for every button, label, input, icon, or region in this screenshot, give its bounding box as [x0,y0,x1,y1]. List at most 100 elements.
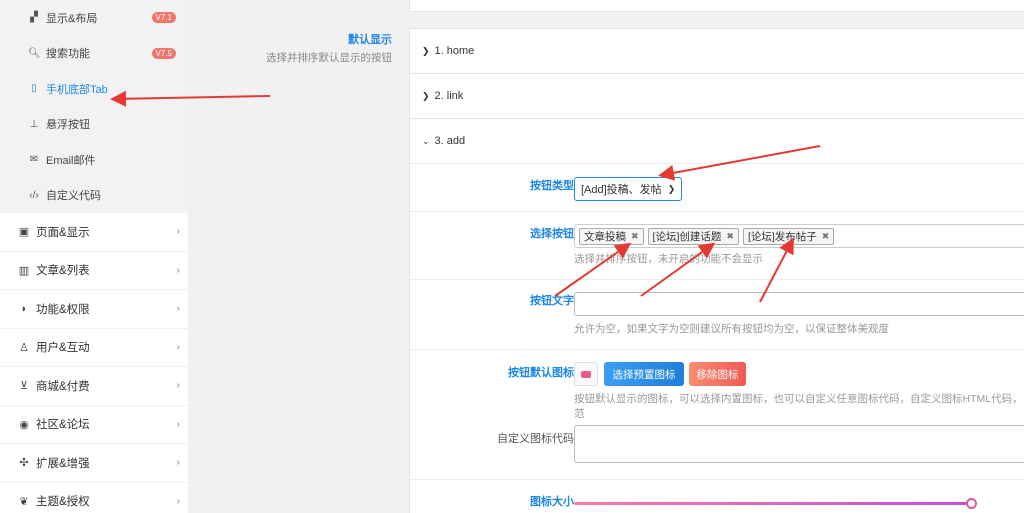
accordion-item-home[interactable]: ❯ 1. home [409,28,1024,74]
sidebar-item[interactable]: ✣ 扩展&增强 › [0,444,188,483]
layout-icon: ▞ [30,12,38,24]
button-type-label: 按钮类型 [530,180,574,192]
cart-icon: ⊻ [19,380,29,393]
sidebar-item[interactable]: ❦ 主题&授权 › [0,483,188,513]
sidebar-item-label: 社区&论坛 [36,419,90,432]
chevron-right-icon: › [176,380,180,392]
default-icon-hint: 按钮默认显示的图标，可以选择内置图标，也可以自定义任意图标代码，自定义图标HTM… [574,392,1024,422]
select-buttons-tag-input[interactable]: 文章投稿 ✖ [论坛]创建话题 ✖ [论坛]发布帖子 ✖ [574,224,1024,248]
puzzle-icon: ✣ [19,457,29,470]
sidebar-item[interactable]: ⊻ 商城&付费 › [0,367,188,406]
row-button-type: 按钮类型 [Add]投稿、发帖 ❯ [410,163,1024,211]
chevron-right-icon: ❯ [422,45,430,56]
sidebar-item-label: 扩展&增强 [36,457,90,470]
sidebar-item-label: 商城&付费 [36,380,90,393]
version-badge: V7.1 [151,12,176,24]
button-text-hint: 允许为空，如果文字为空则建议所有按钮均为空，以保证整体美观度 [574,323,889,335]
shield-icon: ◗ [20,302,28,315]
remove-tag-icon[interactable]: ✖ [822,231,830,242]
chevron-right-icon: › [176,341,180,353]
button-text-label: 按钮文字 [530,295,574,307]
sidebar-item[interactable]: ▣ 页面&显示 › [0,213,188,252]
sidebar-item[interactable]: ◗ 功能&权限 › [0,290,188,329]
default-icon-hint-line1: 按钮默认显示的图标，可以选择内置图标，也可以自定义任意图标代码，自定义图标HTM… [574,393,1023,405]
mail-icon: ✉ [29,154,39,166]
chevron-right-icon: › [176,226,180,238]
sidebar-subitem-label: 自定义代码 [46,190,101,203]
remove-tag-icon[interactable]: ✖ [631,231,639,242]
icon-size-slider-track[interactable] [574,502,974,505]
chevron-down-icon: ❯ [667,183,676,194]
accordion-header-add[interactable]: ⌄ 3. add [410,119,1024,163]
button-type-select[interactable]: [Add]投稿、发帖 ❯ [574,177,683,201]
button-type-value: [Add]投稿、发帖 [581,184,662,196]
theme-icon: ❦ [19,495,29,508]
remove-icon-button[interactable]: 移除图标 [689,362,746,386]
icon-size-label: 图标大小 [530,496,574,508]
sidebar-main-menu: ▣ 页面&显示 › ▥ 文章&列表 › ◗ 功能&权限 › ♙ 用户&互动 › ⊻ 商城&付费 › ◉ 社区&论… [0,213,188,513]
choose-preset-icon-button[interactable]: 选择预置图标 [604,362,684,386]
sidebar-subitem[interactable]: ▞ 显示&布局 V7.1 [0,0,188,36]
remove-tag-icon[interactable]: ✖ [726,231,734,242]
sidebar-subitem-label: 手机底部Tab [46,83,108,96]
sidebar-item-label: 主题&授权 [36,496,90,509]
settings-panel: ❯ 1. home ❯ 2. link ⌄ 3. add 按钮类型 [Add]投稿、发… [409,0,1024,513]
sidebar-subitem[interactable]: 🔍︎ 搜索功能 V7.5 [0,36,188,72]
sidebar-item-label: 文章&列表 [36,265,90,278]
panel-top-edge [409,0,1024,12]
calendar-icon: ▣ [18,226,30,239]
selected-button-tag[interactable]: [论坛]创建话题 ✖ [647,227,739,245]
code-icon: ‹/› [29,189,39,201]
sidebar-subitem[interactable]: ⊥ 悬浮按钮 [0,107,188,143]
accordion-item-add: ⌄ 3. add 按钮类型 [Add]投稿、发帖 ❯ 选择按钮 文章投稿 ✖ [论坛]… [409,118,1024,513]
compass-icon: ◉ [19,418,29,431]
pin-icon: ⊥ [29,118,39,130]
custom-icon-code-label: 自定义图标代码 [497,433,574,445]
icon-size-slider-thumb[interactable] [966,498,977,509]
tag-label: [论坛]发布帖子 [747,230,817,243]
chevron-down-icon: ⌄ [422,135,430,146]
accordion-item-link[interactable]: ❯ 2. link [409,73,1024,119]
sidebar: ▞ 显示&布局 V7.1 🔍︎ 搜索功能 V7.5 ▯ 手机底部Tab ⊥ 悬浮按钮 ✉ Email邮… [0,0,188,513]
select-buttons-label: 选择按钮 [530,228,574,240]
row-button-text: 按钮文字 允许为空，如果文字为空则建议所有按钮均为空，以保证整体美观度 [410,279,1024,349]
section-title: 默认显示 [348,34,392,46]
sidebar-item[interactable]: ◉ 社区&论坛 › [0,406,188,444]
sidebar-subitem[interactable]: ‹/› 自定义代码 [0,178,188,214]
user-icon: ♙ [19,341,29,354]
section-header: 默认显示 选择并排序默认显示的按钮 [266,31,392,65]
sidebar-subitem-label: Email邮件 [46,154,96,167]
map-icon: ▥ [18,264,30,277]
sidebar-subitem-label: 显示&布局 [46,12,98,25]
sidebar-subitem-label: 悬浮按钮 [46,119,90,132]
section-description: 选择并排序默认显示的按钮 [266,52,392,64]
sidebar-subitem[interactable]: ▯ 手机底部Tab [0,71,188,107]
select-buttons-hint: 选择并排序按钮，未开启的功能不会显示 [574,253,763,265]
mobile-icon: ▯ [31,83,37,95]
row-icon-size: 图标大小 [410,479,1024,513]
sidebar-subitem[interactable]: ✉ Email邮件 [0,142,188,178]
accordion-label: 2. link [434,90,464,102]
chevron-right-icon: › [176,264,180,276]
version-badge: V7.5 [151,47,176,59]
default-icon-hint-line2: 范 [574,408,585,420]
chevron-right-icon: ❯ [422,90,430,101]
sidebar-item-label: 用户&互动 [36,342,90,355]
sidebar-submenu: ▞ 显示&布局 V7.1 🔍︎ 搜索功能 V7.5 ▯ 手机底部Tab ⊥ 悬浮按钮 ✉ Email邮… [0,0,188,213]
chevron-right-icon: › [176,457,180,469]
accordion-label: 3. add [434,135,466,147]
sidebar-item[interactable]: ♙ 用户&互动 › [0,329,188,367]
accordion-label: 1. home [434,45,475,57]
sidebar-item-label: 页面&显示 [36,226,90,239]
selected-button-tag[interactable]: 文章投稿 ✖ [579,227,644,245]
custom-icon-code-textarea[interactable] [574,425,1024,463]
selected-button-tag[interactable]: [论坛]发布帖子 ✖ [742,227,835,245]
icon-preview [574,362,598,386]
sidebar-item[interactable]: ▥ 文章&列表 › [0,252,188,290]
tag-label: 文章投稿 [584,230,626,243]
row-default-icon: 按钮默认图标 选择预置图标 移除图标 按钮默认显示的图标，可以选择内置图标，也可… [410,349,1024,479]
sidebar-subitem-label: 搜索功能 [46,48,90,61]
chevron-right-icon: › [176,303,180,315]
button-text-input[interactable] [574,292,1024,316]
chevron-right-icon: › [176,418,180,430]
